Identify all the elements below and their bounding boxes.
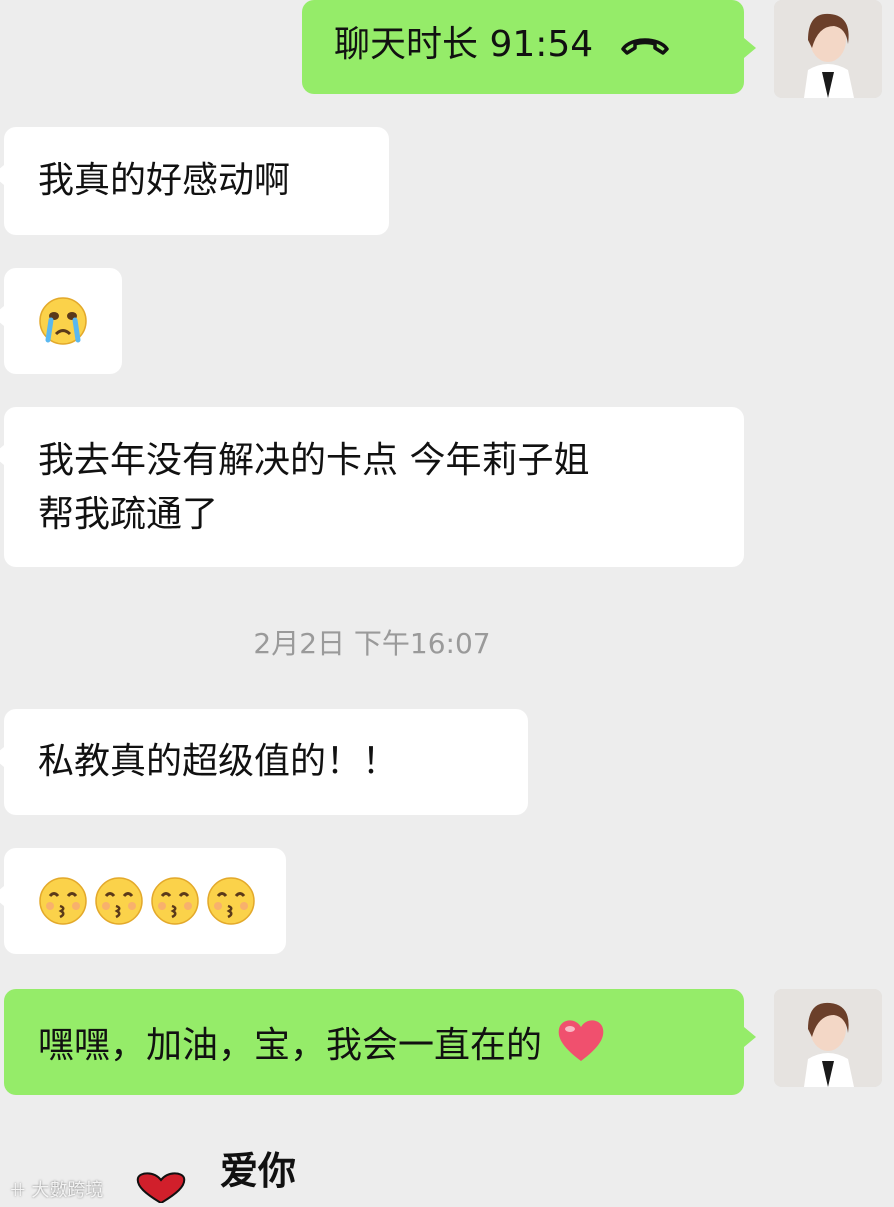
sticker-text: 爱你 bbox=[220, 1148, 297, 1193]
red-heart-emoji-icon bbox=[555, 1015, 607, 1079]
heart-icon bbox=[132, 1172, 190, 1207]
message-line: 帮我疏通了 bbox=[38, 494, 219, 535]
crying-face-emoji-icon bbox=[38, 296, 88, 346]
kissing-face-emoji-icon bbox=[206, 876, 256, 926]
message-text: 嘿嘿，加油，宝，我会一直在的 bbox=[38, 1025, 543, 1066]
avatar-self-1[interactable] bbox=[774, 0, 882, 98]
call-duration-text: 聊天时长 91:54 bbox=[334, 24, 594, 65]
avatar-self-2[interactable] bbox=[774, 989, 882, 1087]
message-call-duration[interactable]: 聊天时长 91:54 bbox=[302, 0, 756, 94]
watermark-logo-icon: ꔠ bbox=[10, 1180, 26, 1201]
message-text: 私教真的超级值的！！ bbox=[38, 741, 399, 782]
message-emoji[interactable] bbox=[0, 848, 286, 954]
message-incoming[interactable]: 私教真的超级值的！！ bbox=[0, 709, 528, 815]
message-line: 我去年没有解决的卡点 今年莉子姐 bbox=[38, 440, 590, 481]
message-incoming[interactable]: 我真的好感动啊 bbox=[0, 127, 389, 235]
timestamp: 2月2日 下午16:07 bbox=[253, 627, 491, 660]
message-incoming-multiline[interactable]: 我去年没有解决的卡点 今年莉子姐 帮我疏通了 bbox=[0, 407, 744, 567]
watermark: ꔠ 大數跨境 bbox=[10, 1180, 104, 1201]
kissing-face-emoji-icon bbox=[38, 876, 88, 926]
kissing-face-emoji-icon bbox=[150, 876, 200, 926]
phone-hangup-icon bbox=[619, 19, 671, 73]
message-emoji[interactable] bbox=[0, 268, 122, 374]
message-text: 我真的好感动啊 bbox=[38, 160, 291, 201]
message-outgoing[interactable]: 嘿嘿，加油，宝，我会一直在的 bbox=[4, 989, 756, 1095]
kissing-face-emoji-icon bbox=[94, 876, 144, 926]
